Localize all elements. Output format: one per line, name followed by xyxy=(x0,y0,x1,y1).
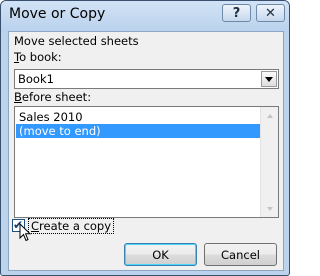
move-or-copy-dialog: Move or Copy ? ✕ Move selected sheets To… xyxy=(0,0,290,276)
dialog-title: Move or Copy xyxy=(9,6,106,22)
to-book-label: To book: xyxy=(14,50,62,64)
to-book-value: Book1 xyxy=(18,72,54,86)
title-bar[interactable]: Move or Copy ? ✕ xyxy=(1,1,289,31)
list-item-sales-2010[interactable]: Sales 2010 xyxy=(16,110,261,124)
before-sheet-label-text: efore sheet: xyxy=(21,90,92,104)
list-item-move-to-end[interactable]: (move to end) xyxy=(16,124,261,138)
create-copy-label-text: reate a copy xyxy=(39,219,112,233)
before-sheet-mnemonic: B xyxy=(14,90,22,104)
close-icon: ✕ xyxy=(265,5,276,21)
close-button[interactable]: ✕ xyxy=(256,4,285,22)
scroll-down-button[interactable] xyxy=(261,200,278,217)
ok-button-label: OK xyxy=(152,247,169,262)
listbox-scrollbar[interactable] xyxy=(260,107,278,217)
help-button[interactable]: ? xyxy=(222,4,251,22)
to-book-label-text: o book: xyxy=(19,50,62,64)
create-copy-label[interactable]: Create a copy xyxy=(28,218,115,234)
before-sheet-label: Before sheet: xyxy=(14,90,91,104)
cancel-button[interactable]: Cancel xyxy=(204,243,277,266)
dropdown-arrow-button[interactable] xyxy=(261,71,277,87)
help-icon: ? xyxy=(232,5,241,21)
move-selected-sheets-label: Move selected sheets xyxy=(14,34,139,48)
ok-button[interactable]: OK xyxy=(124,243,197,266)
before-sheet-listbox[interactable]: Sales 2010 (move to end) xyxy=(14,106,279,218)
chevron-up-icon xyxy=(266,113,273,118)
scroll-up-button[interactable] xyxy=(261,107,278,124)
mouse-pointer-icon xyxy=(19,223,32,242)
dialog-body: Move selected sheets To book: Book1 Befo… xyxy=(8,31,284,271)
chevron-down-icon xyxy=(266,206,273,211)
to-book-dropdown[interactable]: Book1 xyxy=(14,69,279,89)
chevron-down-icon xyxy=(265,76,273,82)
cancel-button-label: Cancel xyxy=(221,247,260,262)
